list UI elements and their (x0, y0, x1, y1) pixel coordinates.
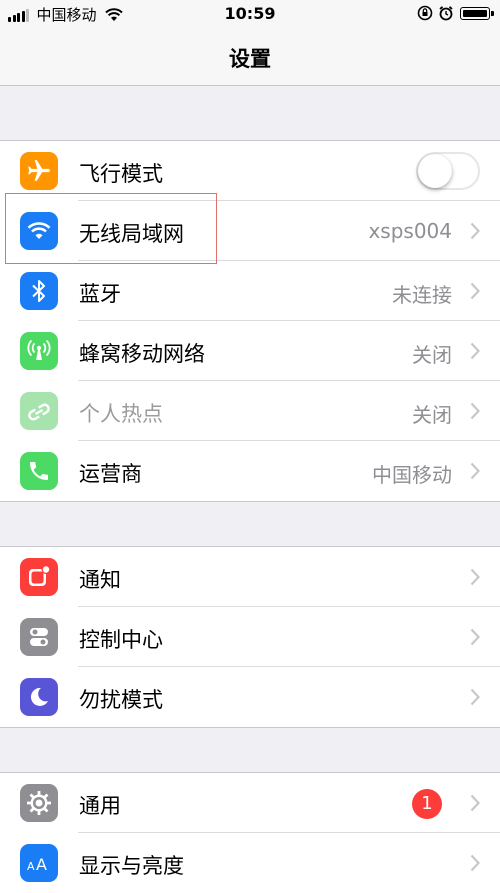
settings-row-bluetooth[interactable]: 蓝牙 未连接 (0, 261, 500, 321)
airplane-mode-toggle[interactable] (416, 152, 480, 190)
gear-icon (20, 784, 58, 822)
chevron-right-icon (470, 282, 480, 300)
row-label: 通用 (79, 794, 121, 818)
hotspot-icon (20, 392, 58, 430)
settings-row-airplane-mode: 飞行模式 (0, 141, 500, 201)
chevron-right-icon (470, 688, 480, 706)
bluetooth-icon (20, 272, 58, 310)
status-bar: 中国移动 10:59 (0, 0, 500, 30)
status-right (417, 5, 494, 21)
row-label: 运营商 (79, 462, 142, 486)
row-value: 未连接 (392, 283, 452, 307)
display-brightness-icon: AA (20, 844, 58, 882)
row-value: xsps004 (368, 219, 452, 243)
chevron-right-icon (470, 628, 480, 646)
row-value: 关闭 (412, 403, 452, 427)
settings-row-cellular[interactable]: 蜂窝移动网络 关闭 (0, 321, 500, 381)
chevron-right-icon (470, 794, 480, 812)
settings-row-personal-hotspot[interactable]: 个人热点 关闭 (0, 381, 500, 441)
toggle-knob (418, 154, 452, 188)
airplane-icon (20, 152, 58, 190)
moon-icon (20, 678, 58, 716)
wifi-highlight-annotation (5, 193, 217, 264)
control-center-icon (20, 618, 58, 656)
alarm-icon (439, 6, 453, 21)
row-label: 显示与亮度 (79, 854, 184, 878)
page-title: 设置 (229, 47, 271, 71)
phone-icon (20, 452, 58, 490)
chevron-right-icon (470, 462, 480, 480)
row-label: 飞行模式 (79, 162, 163, 186)
chevron-right-icon (470, 222, 480, 240)
row-value: 中国移动 (372, 463, 452, 487)
settings-row-notifications[interactable]: 通知 (0, 547, 500, 607)
chevron-right-icon (470, 402, 480, 420)
cellular-icon (20, 332, 58, 370)
settings-row-do-not-disturb[interactable]: 勿扰模式 (0, 667, 500, 727)
chevron-right-icon (470, 342, 480, 360)
svg-text:A: A (36, 855, 47, 874)
row-label: 个人热点 (79, 402, 163, 426)
svg-text:A: A (27, 860, 35, 873)
chevron-right-icon (470, 854, 480, 872)
row-label: 蜂窝移动网络 (79, 342, 205, 366)
navigation-bar: 设置 (0, 30, 500, 86)
row-label: 蓝牙 (79, 282, 121, 306)
row-label: 通知 (79, 568, 121, 592)
row-label: 控制中心 (79, 628, 163, 652)
chevron-right-icon (470, 568, 480, 586)
settings-row-carrier[interactable]: 运营商 中国移动 (0, 441, 500, 501)
row-label: 勿扰模式 (79, 688, 163, 712)
battery-icon (460, 6, 494, 20)
row-value: 关闭 (412, 343, 452, 367)
settings-row-general[interactable]: 通用 1 (0, 773, 500, 833)
notifications-group: 通知 控制中心 勿扰模式 (0, 546, 500, 728)
settings-row-control-center[interactable]: 控制中心 (0, 607, 500, 667)
settings-row-display-brightness[interactable]: AA 显示与亮度 (0, 833, 500, 893)
rotation-lock-icon (417, 5, 433, 21)
notifications-icon (20, 558, 58, 596)
general-group: 通用 1 AA 显示与亮度 (0, 772, 500, 893)
update-badge: 1 (412, 789, 442, 819)
